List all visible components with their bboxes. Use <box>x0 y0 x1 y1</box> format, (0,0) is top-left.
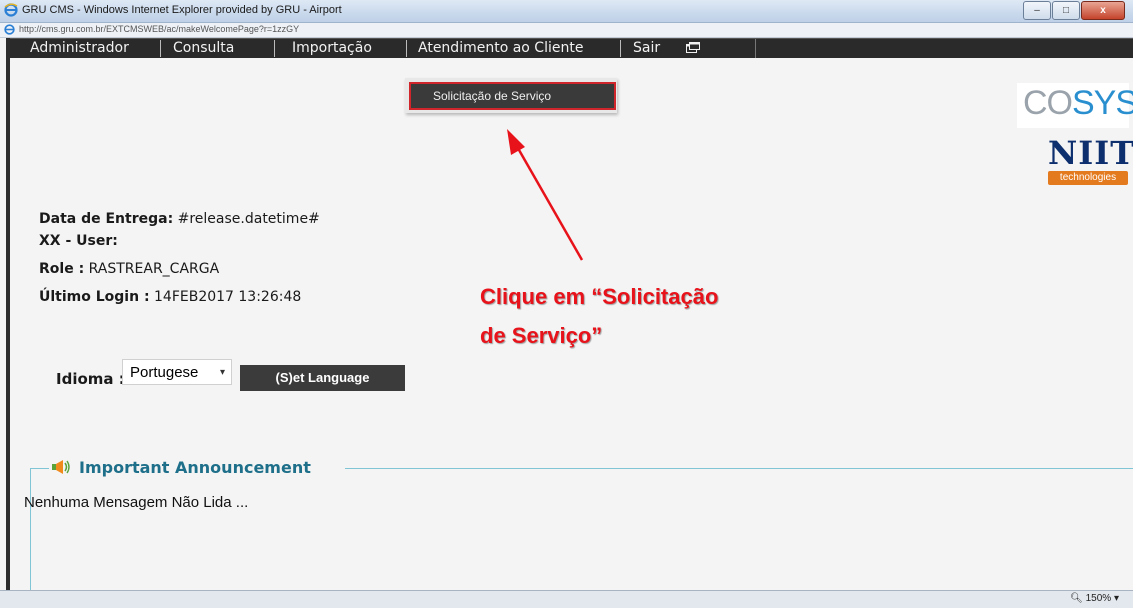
main-menu-bar: Administrador Consulta Importação Atendi… <box>10 38 1133 58</box>
zoom-control[interactable]: 🔍︎ 150% ▾ <box>1070 593 1119 604</box>
menu-separator <box>406 40 407 57</box>
menu-separator <box>620 40 621 57</box>
menu-atendimento-ao-cliente[interactable]: Atendimento ao Cliente <box>418 39 583 58</box>
menu-sair[interactable]: Sair <box>633 39 660 58</box>
menu-separator <box>160 40 161 57</box>
cosys-logo: COSYS <box>1017 83 1133 128</box>
annotation-text-line2: de Serviço” <box>480 323 603 348</box>
minimize-button[interactable]: – <box>1023 1 1051 20</box>
address-bar[interactable]: http://cms.gru.com.br/EXTCMSWEB/ac/makeW… <box>0 23 1133 38</box>
cosys-logo-co: CO <box>1023 84 1073 122</box>
menu-importacao[interactable]: Importação <box>292 39 372 58</box>
role-label: Role : <box>39 261 85 277</box>
last-login-value: 14FEB2017 13:26:48 <box>154 289 302 305</box>
niit-logo-tagline: technologies <box>1048 171 1128 185</box>
menu-item-solicitacao-de-servico[interactable]: Solicitação de Serviço <box>409 82 616 110</box>
new-window-icon[interactable] <box>686 42 700 53</box>
menu-separator <box>274 40 275 57</box>
atendimento-dropdown: Solicitação de Serviço <box>405 78 617 113</box>
chevron-down-icon: ▾ <box>219 367 225 378</box>
annotation-arrow <box>507 129 584 261</box>
announcement-box <box>30 468 1133 594</box>
window-title-bar: GRU CMS - Windows Internet Explorer prov… <box>0 0 1133 23</box>
maximize-button[interactable]: □ <box>1052 1 1080 20</box>
url-text[interactable]: http://cms.gru.com.br/EXTCMSWEB/ac/makeW… <box>19 24 299 34</box>
cosys-logo-sys: SYS <box>1072 84 1133 122</box>
announcement-message: Nenhuma Mensagem Não Lida ... <box>24 494 249 511</box>
user-row: XX - User: <box>39 233 118 249</box>
window-controls: – □ x <box>1022 1 1125 20</box>
menu-consulta[interactable]: Consulta <box>173 39 234 58</box>
user-label: XX - User: <box>39 233 118 249</box>
niit-logo-text: NIIT <box>1048 134 1133 172</box>
last-login-row: Último Login : 14FEB2017 13:26:48 <box>39 289 301 305</box>
frame-border <box>6 38 10 591</box>
delivery-date-value: #release.datetime# <box>177 211 320 227</box>
zoom-level: 150% <box>1085 593 1112 604</box>
announcement-title: Important Announcement <box>79 458 315 477</box>
language-select[interactable]: Portugese ▾ <box>122 359 232 385</box>
page-icon <box>4 24 15 35</box>
language-selected-value: Portugese <box>130 364 199 381</box>
last-login-label: Último Login : <box>39 289 150 305</box>
delivery-date-label: Data de Entrega: <box>39 211 174 227</box>
window-title: GRU CMS - Windows Internet Explorer prov… <box>22 4 342 16</box>
role-value: RASTREAR_CARGA <box>88 261 220 277</box>
status-bar: 🔍︎ 150% ▾ <box>0 590 1133 608</box>
close-button[interactable]: x <box>1081 1 1125 20</box>
megaphone-icon <box>52 460 70 474</box>
role-row: Role : RASTREAR_CARGA <box>39 261 219 277</box>
niit-logo: NIIT technologies <box>1046 135 1133 187</box>
zoom-icon: 🔍︎ <box>1070 593 1083 604</box>
annotation-text-line1: Clique em “Solicitação <box>480 284 719 309</box>
language-label: Idioma : <box>56 370 125 388</box>
menu-administrador[interactable]: Administrador <box>30 39 129 58</box>
chevron-down-icon: ▾ <box>1113 593 1119 604</box>
menu-end-divider <box>755 39 1133 58</box>
set-language-button[interactable]: (S)et Language <box>240 365 405 391</box>
internet-explorer-icon <box>4 3 18 17</box>
delivery-date-row: Data de Entrega: #release.datetime# <box>39 211 320 227</box>
